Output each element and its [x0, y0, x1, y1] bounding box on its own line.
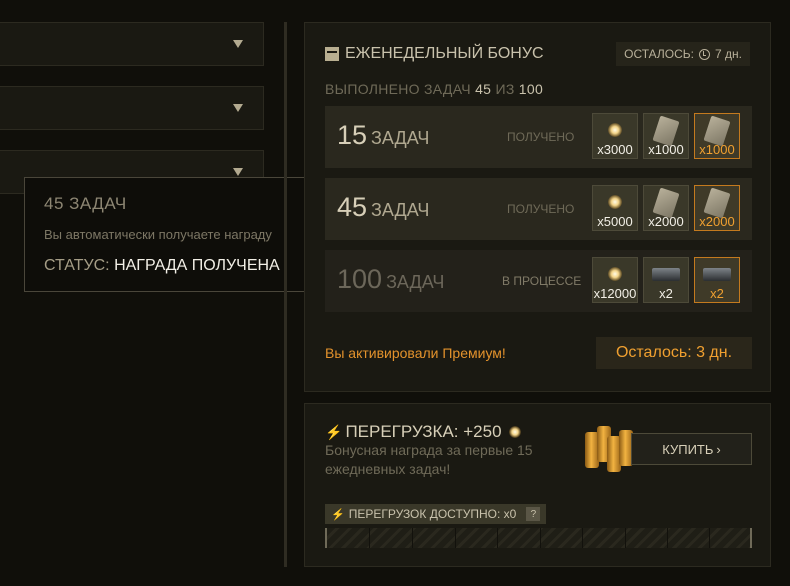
progress-total: 100 — [518, 81, 544, 97]
weekly-remaining-value: 7 дн. — [715, 47, 742, 61]
tier-count: 100 ЗАДАЧ — [337, 264, 444, 295]
clock-icon — [699, 48, 711, 60]
tooltip-description: Вы автоматически получаете награду — [44, 227, 272, 242]
overload-title: ⚡ ПЕРЕГРУЗКА: +250 — [325, 422, 521, 442]
reward-qty: x12000 — [593, 286, 637, 301]
bolt-icon: ⚡ — [331, 508, 345, 521]
weekly-title: ЕЖЕНЕДЕЛЬНЫЙ БОНУС — [325, 45, 544, 63]
bolt-icon: ⚡ — [325, 423, 343, 440]
premium-note: Вы активировали Премиум! — [325, 345, 506, 361]
weekly-bonus-panel: ЕЖЕНЕДЕЛЬНЫЙ БОНУС ОСТАЛОСЬ: 7 дн. ВЫПОЛ… — [304, 22, 771, 392]
premium-remaining: Осталось: 3 дн. — [596, 337, 752, 369]
chevron-down-icon — [233, 104, 243, 112]
reward-item[interactable]: x3000 — [592, 113, 638, 159]
weekly-progress: ВЫПОЛНЕНО ЗАДАЧ 45 ИЗ 100 — [325, 81, 543, 97]
reward-item[interactable]: x1000 — [643, 113, 689, 159]
case-icon — [652, 268, 680, 281]
help-icon[interactable]: ? — [526, 507, 541, 521]
weekly-remaining-badge: ОСТАЛОСЬ: 7 дн. — [616, 42, 750, 66]
reward-item[interactable]: x5000 — [592, 185, 638, 231]
reward-qty: x2 — [710, 286, 724, 301]
dropdown-1[interactable] — [0, 22, 264, 66]
tooltip-status-label: СТАТУС: — [44, 257, 110, 274]
calendar-icon — [325, 47, 339, 61]
reward-qty: x2000 — [699, 214, 735, 229]
reward-item[interactable]: x2000 — [643, 185, 689, 231]
overload-available: ⚡ ПЕРЕГРУЗОК ДОСТУПНО: x0 ? — [325, 504, 547, 524]
chevron-down-icon — [233, 168, 243, 176]
ammo-icon — [581, 426, 633, 476]
overload-panel: ⚡ ПЕРЕГРУЗКА: +250 Бонусная награда за п… — [304, 403, 771, 567]
reward-qty: x2000 — [648, 214, 684, 229]
tooltip-status: СТАТУС: НАГРАДА ПОЛУЧЕНА — [44, 257, 304, 275]
tier-count-value: 100 — [337, 264, 383, 294]
chevron-down-icon — [233, 40, 243, 48]
tier-state: В ПРОЦЕССЕ — [502, 274, 582, 288]
tier-row[interactable]: 100 ЗАДАЧ В ПРОЦЕССЕ x12000 x2 x2 — [325, 250, 752, 312]
tier-row[interactable]: 15 ЗАДАЧ ПОЛУЧЕНО x3000 x1000 x1000 — [325, 106, 752, 168]
tier-state: ПОЛУЧЕНО — [507, 202, 575, 216]
tier-unit: ЗАДАЧ — [386, 272, 445, 292]
case-icon — [703, 268, 731, 281]
overload-title-text: ПЕРЕГРУЗКА: +250 — [345, 422, 502, 441]
premium-reward-item[interactable]: x2000 — [694, 185, 740, 231]
reward-item[interactable]: x2 — [643, 257, 689, 303]
tier-count-value: 15 — [337, 120, 368, 150]
reward-qty: x3000 — [597, 142, 633, 157]
premium-reward-item[interactable]: x1000 — [694, 113, 740, 159]
spark-icon — [608, 267, 622, 281]
tier-row[interactable]: 45 ЗАДАЧ ПОЛУЧЕНО x5000 x2000 x2000 — [325, 178, 752, 240]
vertical-divider — [284, 22, 287, 567]
tier-unit: ЗАДАЧ — [371, 128, 430, 148]
buy-button[interactable]: КУПИТЬ › — [631, 433, 752, 465]
progress-prefix: ВЫПОЛНЕНО ЗАДАЧ — [325, 81, 471, 97]
tier-state: ПОЛУЧЕНО — [507, 130, 575, 144]
tier-count: 45 ЗАДАЧ — [337, 192, 429, 223]
spark-icon — [608, 195, 622, 209]
chevron-right-icon: › — [716, 441, 721, 457]
weekly-remaining-label: ОСТАЛОСЬ: — [624, 47, 695, 61]
reward-qty: x1000 — [699, 142, 735, 157]
dropdown-2[interactable] — [0, 86, 264, 130]
reward-qty: x2 — [659, 286, 673, 301]
weekly-title-text: ЕЖЕНЕДЕЛЬНЫЙ БОНУС — [345, 45, 544, 62]
premium-reward-item[interactable]: x2 — [694, 257, 740, 303]
spark-icon — [608, 123, 622, 137]
overload-description: Бонусная награда за первые 15 ежедневных… — [325, 442, 533, 477]
overload-available-label: ПЕРЕГРУЗОК ДОСТУПНО: x0 — [348, 507, 517, 521]
tier-count: 15 ЗАДАЧ — [337, 120, 429, 151]
overload-progress-bar — [325, 528, 752, 548]
tier-tooltip: 45 ЗАДАЧ Вы автоматически получаете нагр… — [24, 177, 324, 292]
spark-icon — [508, 426, 521, 438]
progress-separator: ИЗ — [495, 81, 515, 97]
reward-qty: x1000 — [648, 142, 684, 157]
buy-button-label: КУПИТЬ — [662, 441, 714, 457]
tier-count-value: 45 — [337, 192, 368, 222]
reward-item[interactable]: x12000 — [592, 257, 638, 303]
progress-done: 45 — [475, 81, 492, 97]
reward-qty: x5000 — [597, 214, 633, 229]
tooltip-title: 45 ЗАДАЧ — [44, 194, 127, 213]
tooltip-status-value: НАГРАДА ПОЛУЧЕНА — [114, 257, 280, 274]
tier-unit: ЗАДАЧ — [371, 200, 430, 220]
